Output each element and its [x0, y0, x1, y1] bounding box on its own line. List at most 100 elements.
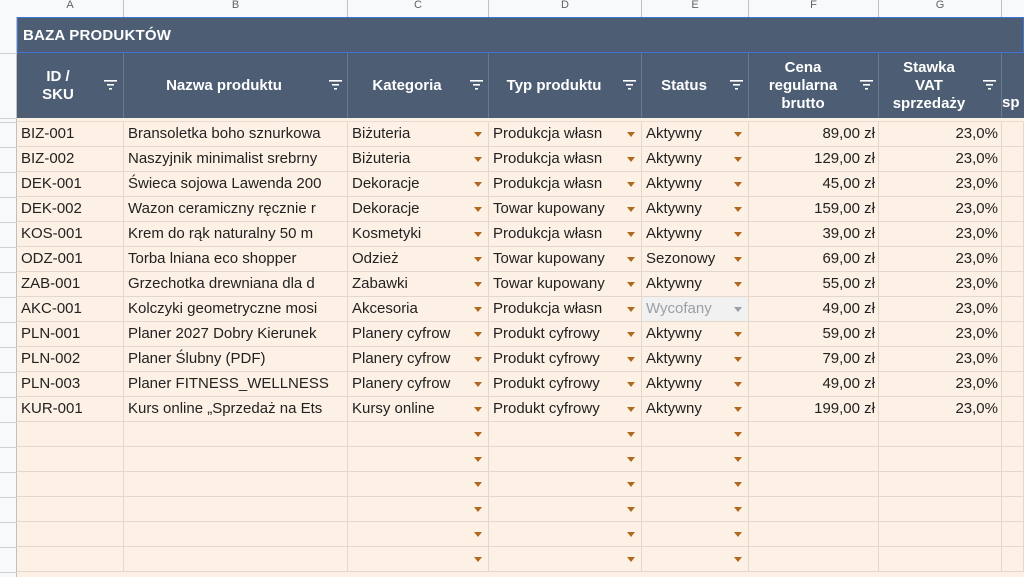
dropdown-arrow-icon[interactable]	[474, 207, 482, 212]
filter-icon[interactable]	[623, 80, 636, 90]
dropdown-arrow-icon[interactable]	[474, 132, 482, 137]
cell-category[interactable]	[348, 422, 489, 446]
header-product-name[interactable]: Nazwa produktu	[124, 53, 348, 118]
cell-vat-rate[interactable]: 23,0%	[879, 247, 1002, 271]
cell-product-name[interactable]: Torba lniana eco shopper	[124, 247, 348, 271]
sheet-title-band[interactable]: BAZA PRODUKTÓW	[17, 17, 1024, 53]
cell-product-name[interactable]: Bransoletka boho sznurkowa	[124, 122, 348, 146]
dropdown-arrow-icon[interactable]	[734, 257, 742, 262]
cell-category[interactable]	[348, 547, 489, 571]
dropdown-arrow-icon[interactable]	[474, 182, 482, 187]
cell-category[interactable]: Planery cyfrow	[348, 347, 489, 371]
cell-product-name[interactable]	[124, 422, 348, 446]
cell-next-column[interactable]	[1002, 322, 1024, 346]
column-letter-f[interactable]: F	[749, 0, 879, 17]
cell-next-column[interactable]	[1002, 122, 1024, 146]
cell-next-column[interactable]	[1002, 247, 1024, 271]
cell-status[interactable]	[642, 522, 749, 546]
cell-product-type[interactable]	[489, 472, 642, 496]
cell-vat-rate[interactable]	[879, 547, 1002, 571]
dropdown-arrow-icon[interactable]	[474, 232, 482, 237]
cell-category[interactable]: Zabawki	[348, 272, 489, 296]
cell-next-column[interactable]	[1002, 522, 1024, 546]
dropdown-arrow-icon[interactable]	[627, 482, 635, 487]
cell-product-type[interactable]: Produkt cyfrowy	[489, 322, 642, 346]
dropdown-arrow-icon[interactable]	[474, 407, 482, 412]
dropdown-arrow-icon[interactable]	[474, 357, 482, 362]
cell-product-type[interactable]: Produkcja własn	[489, 147, 642, 171]
cell-next-column[interactable]	[1002, 472, 1024, 496]
cell-category[interactable]: Kosmetyki	[348, 222, 489, 246]
cell-category[interactable]	[348, 472, 489, 496]
cell-id[interactable]	[17, 447, 124, 471]
cell-next-column[interactable]	[1002, 297, 1024, 321]
cell-product-type[interactable]: Produkt cyfrowy	[489, 372, 642, 396]
cell-id[interactable]: AKC-001	[17, 297, 124, 321]
cell-status[interactable]	[642, 497, 749, 521]
cell-category[interactable]	[348, 522, 489, 546]
dropdown-arrow-icon[interactable]	[474, 507, 482, 512]
header-product-type[interactable]: Typ produktu	[489, 53, 642, 118]
dropdown-arrow-icon[interactable]	[627, 132, 635, 137]
cell-status[interactable]: Aktywny	[642, 347, 749, 371]
cell-regular-price[interactable]	[749, 497, 879, 521]
cell-product-name[interactable]: Świeca sojowa Lawenda 200	[124, 172, 348, 196]
column-letter-e[interactable]: E	[642, 0, 749, 17]
column-letter-d[interactable]: D	[489, 0, 642, 17]
dropdown-arrow-icon[interactable]	[627, 557, 635, 562]
dropdown-arrow-icon[interactable]	[627, 332, 635, 337]
cell-next-column[interactable]	[1002, 172, 1024, 196]
dropdown-arrow-icon[interactable]	[627, 457, 635, 462]
cell-next-column[interactable]	[1002, 547, 1024, 571]
header-vat-rate[interactable]: Stawka VAT sprzedaży	[879, 53, 1002, 118]
cell-status[interactable]: Aktywny	[642, 272, 749, 296]
dropdown-arrow-icon[interactable]	[474, 382, 482, 387]
cell-category[interactable]: Kursy online	[348, 397, 489, 421]
cell-vat-rate[interactable]: 23,0%	[879, 222, 1002, 246]
cell-regular-price[interactable]	[749, 547, 879, 571]
header-regular-price[interactable]: Cena regularna brutto	[749, 53, 879, 118]
cell-product-name[interactable]: Grzechotka drewniana dla d	[124, 272, 348, 296]
cell-vat-rate[interactable]	[879, 497, 1002, 521]
dropdown-arrow-icon[interactable]	[627, 232, 635, 237]
column-letter-h[interactable]	[1002, 0, 1024, 17]
cell-product-name[interactable]: Kolczyki geometryczne mosi	[124, 297, 348, 321]
cell-id[interactable]: PLN-001	[17, 322, 124, 346]
cell-product-type[interactable]	[489, 547, 642, 571]
cell-regular-price[interactable]: 159,00 zł	[749, 197, 879, 221]
cell-vat-rate[interactable]: 23,0%	[879, 147, 1002, 171]
cell-next-column[interactable]	[1002, 272, 1024, 296]
dropdown-arrow-icon[interactable]	[474, 307, 482, 312]
dropdown-arrow-icon[interactable]	[627, 507, 635, 512]
cell-id[interactable]	[17, 547, 124, 571]
cell-id[interactable]: ODZ-001	[17, 247, 124, 271]
cell-id[interactable]	[17, 522, 124, 546]
dropdown-arrow-icon[interactable]	[474, 532, 482, 537]
cell-category[interactable]	[348, 447, 489, 471]
cell-product-type[interactable]: Produkcja własn	[489, 122, 642, 146]
cell-regular-price[interactable]: 55,00 zł	[749, 272, 879, 296]
cell-status[interactable]: Aktywny	[642, 172, 749, 196]
cell-vat-rate[interactable]: 23,0%	[879, 172, 1002, 196]
filter-icon[interactable]	[983, 80, 996, 90]
dropdown-arrow-icon[interactable]	[734, 332, 742, 337]
dropdown-arrow-icon[interactable]	[627, 532, 635, 537]
cell-product-type[interactable]: Produkcja własn	[489, 297, 642, 321]
cell-category[interactable]: Dekoracje	[348, 172, 489, 196]
dropdown-arrow-icon[interactable]	[627, 182, 635, 187]
cell-vat-rate[interactable]	[879, 422, 1002, 446]
cell-vat-rate[interactable]	[879, 522, 1002, 546]
cell-product-name[interactable]: Krem do rąk naturalny 50 m	[124, 222, 348, 246]
cell-regular-price[interactable]: 45,00 zł	[749, 172, 879, 196]
cell-vat-rate[interactable]: 23,0%	[879, 197, 1002, 221]
filter-icon[interactable]	[329, 80, 342, 90]
cell-id[interactable]: PLN-002	[17, 347, 124, 371]
filter-icon[interactable]	[730, 80, 743, 90]
cell-id[interactable]	[17, 497, 124, 521]
filter-icon[interactable]	[470, 80, 483, 90]
cell-next-column[interactable]	[1002, 447, 1024, 471]
dropdown-arrow-icon[interactable]	[474, 482, 482, 487]
cell-next-column[interactable]	[1002, 372, 1024, 396]
cell-id[interactable]	[17, 472, 124, 496]
cell-status[interactable]: Aktywny	[642, 372, 749, 396]
